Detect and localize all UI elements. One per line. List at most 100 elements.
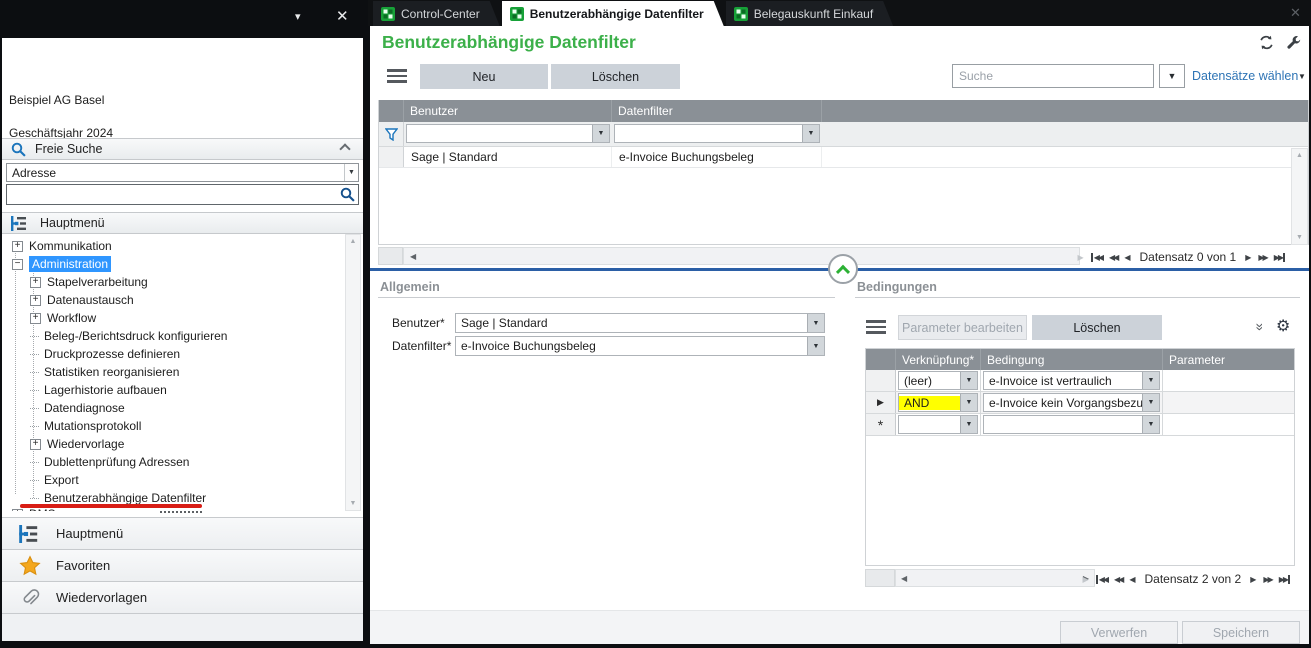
gear-icon[interactable]: ⚙ <box>1276 316 1290 336</box>
tab-benutzerabhaengige-datenfilter[interactable]: Benutzerabhängige Datenfilter <box>502 1 724 26</box>
tree-item-stapelverarbeitung[interactable]: +Stapelverarbeitung <box>4 273 343 291</box>
edit-parameter-button[interactable]: Parameter bearbeiten <box>898 315 1027 340</box>
free-search-input[interactable] <box>7 185 340 204</box>
nav-first-icon[interactable]: ◀◀ <box>1091 253 1102 262</box>
sidebar-collapse-icon[interactable]: ▾ <box>295 10 301 23</box>
nav-detail-icon[interactable]: ▶ <box>1083 575 1089 584</box>
expand-plus-icon[interactable]: + <box>12 509 23 512</box>
verknuepfung-combo[interactable]: AND▼ <box>898 393 978 412</box>
tree-item-administration[interactable]: −Administration <box>4 255 343 273</box>
collapse-detail-button[interactable] <box>828 254 858 284</box>
scroll-left-icon[interactable]: ◀ <box>410 252 416 261</box>
nav-next-page-icon[interactable]: ▶▶ <box>1263 575 1271 584</box>
condition-row[interactable]: ▶ AND▼ e-Invoice kein Vorgangsbezug▼ <box>866 392 1294 414</box>
refresh-icon[interactable] <box>1258 34 1275 56</box>
chevron-down-icon[interactable]: ▼ <box>960 372 977 389</box>
chevron-down-icon[interactable]: ▼ <box>592 125 609 142</box>
grid-vertical-scrollbar[interactable]: ▲ ▼ <box>1291 148 1308 245</box>
search-category-select[interactable]: Adresse ▼ <box>6 163 359 182</box>
records-select-link[interactable]: Datensätze wählen <box>1192 69 1298 83</box>
parameter-cell[interactable] <box>1163 392 1294 413</box>
tree-item-kommunikation[interactable]: +Kommunikation <box>4 237 343 255</box>
parameter-cell[interactable] <box>1163 414 1294 435</box>
mainmenu-header[interactable]: Hauptmenü <box>2 212 363 234</box>
chevron-down-icon[interactable]: ▼ <box>1142 394 1159 411</box>
filter-dropdown-button[interactable]: ▼ <box>1159 64 1185 88</box>
tree-item-wiedervorlage[interactable]: +Wiedervorlage <box>4 435 343 453</box>
splitter-handle[interactable] <box>160 511 202 513</box>
benutzer-field-combo[interactable]: Sage | Standard ▼ <box>455 313 825 333</box>
conditions-header-bedingung[interactable]: Bedingung <box>981 349 1163 370</box>
save-button[interactable]: Speichern <box>1182 621 1300 644</box>
grid-header-benutzer[interactable]: Benutzer <box>404 100 612 122</box>
sidebar-panel-favoriten[interactable]: Favoriten <box>2 549 363 581</box>
wrench-icon[interactable] <box>1286 35 1302 56</box>
tree-item-workflow[interactable]: +Workflow <box>4 309 343 327</box>
table-row[interactable]: Sage | Standard e-Invoice Buchungsbeleg <box>379 147 1308 168</box>
cell-datenfilter[interactable]: e-Invoice Buchungsbeleg <box>612 147 822 167</box>
chevron-down-icon[interactable]: ▼ <box>807 314 824 332</box>
datenfilter-field-combo[interactable]: e-Invoice Buchungsbeleg ▼ <box>455 336 825 356</box>
tab-belegauskunft-einkauf[interactable]: Belegauskunft Einkauf <box>726 1 893 26</box>
close-icon[interactable]: ✕ <box>1290 5 1301 21</box>
row-gutter[interactable] <box>379 147 404 167</box>
condition-row[interactable]: (leer)▼ e-Invoice ist vertraulich▼ <box>866 370 1294 392</box>
sidebar-close-icon[interactable]: ✕ <box>336 7 349 25</box>
conditions-header-verknuepfung[interactable]: Verknüpfung* <box>896 349 981 370</box>
scroll-down-icon[interactable]: ▼ <box>1296 234 1303 241</box>
tree-item-datendiagnose[interactable]: Datendiagnose <box>4 399 343 417</box>
conditions-horizontal-scrollbar[interactable]: ◀ ▶ <box>895 569 1095 587</box>
tree-item-druckprozesse[interactable]: Druckprozesse definieren <box>4 345 343 363</box>
scroll-up-icon[interactable]: ▲ <box>350 238 357 245</box>
scroll-down-icon[interactable]: ▼ <box>350 500 357 507</box>
nav-prev-page-icon[interactable]: ◀◀ <box>1114 575 1122 584</box>
chevron-up-icon[interactable] <box>339 143 350 154</box>
search-submit-icon[interactable] <box>340 187 355 202</box>
expand-plus-icon[interactable]: + <box>30 295 41 306</box>
expand-plus-icon[interactable]: + <box>30 439 41 450</box>
menu-hamburger-icon[interactable] <box>387 69 407 83</box>
bedingung-combo[interactable]: e-Invoice ist vertraulich▼ <box>983 371 1160 390</box>
nav-next-icon[interactable]: ▶ <box>1250 575 1256 584</box>
chevron-down-icon[interactable]: ▼ <box>802 125 819 142</box>
chevron-down-icon[interactable]: ▼ <box>1142 372 1159 389</box>
menu-hamburger-icon[interactable] <box>866 320 886 334</box>
expand-plus-icon[interactable]: + <box>12 241 23 252</box>
sidebar-panel-wiedervorlagen[interactable]: Wiedervorlagen <box>2 581 363 613</box>
chevron-down-icon[interactable]: ▼ <box>807 337 824 355</box>
nav-first-icon[interactable]: ◀◀ <box>1096 575 1107 584</box>
bedingung-combo[interactable]: e-Invoice kein Vorgangsbezug▼ <box>983 393 1160 412</box>
tree-item-lagerhistorie[interactable]: Lagerhistorie aufbauen <box>4 381 343 399</box>
chevron-down-icon[interactable]: ▼ <box>1142 416 1159 433</box>
sidebar-panel-hauptmenu[interactable]: Hauptmenü <box>2 517 363 549</box>
new-button[interactable]: Neu <box>420 64 548 89</box>
conditions-header-parameter[interactable]: Parameter <box>1163 349 1294 370</box>
cell-benutzer[interactable]: Sage | Standard <box>404 147 612 167</box>
scroll-left-icon[interactable]: ◀ <box>901 574 907 583</box>
chevron-down-icon[interactable]: ▼ <box>344 164 358 181</box>
nav-last-icon[interactable]: ▶▶ <box>1274 253 1285 262</box>
expand-plus-icon[interactable]: + <box>30 277 41 288</box>
chevron-down-icon[interactable]: ▼ <box>1298 72 1306 81</box>
tree-item-mutationsprotokoll[interactable]: Mutationsprotokoll <box>4 417 343 435</box>
delete-condition-button[interactable]: Löschen <box>1032 315 1162 340</box>
nav-last-icon[interactable]: ▶▶ <box>1279 575 1290 584</box>
tree-item-dublettenpruefung[interactable]: Dublettenprüfung Adressen <box>4 453 343 471</box>
nav-next-page-icon[interactable]: ▶▶ <box>1258 253 1266 262</box>
scroll-up-icon[interactable]: ▲ <box>1296 152 1303 159</box>
expand-plus-icon[interactable]: + <box>30 313 41 324</box>
grid-header-datenfilter[interactable]: Datenfilter <box>612 100 822 122</box>
benutzer-filter-combo[interactable]: ▼ <box>406 124 610 143</box>
condition-new-row[interactable]: * ▼ ▼ <box>866 414 1294 436</box>
grid-horizontal-scrollbar[interactable]: ◀ <box>403 247 1080 265</box>
chevron-down-icon[interactable]: ▼ <box>960 394 977 411</box>
tree-item-statistiken[interactable]: Statistiken reorganisieren <box>4 363 343 381</box>
discard-button[interactable]: Verwerfen <box>1060 621 1178 644</box>
datenfilter-filter-combo[interactable]: ▼ <box>614 124 820 143</box>
nav-prev-icon[interactable]: ◀ <box>1124 253 1130 262</box>
free-search-header[interactable]: Freie Suche <box>2 138 363 160</box>
delete-button[interactable]: Löschen <box>551 64 680 89</box>
verknuepfung-combo[interactable]: (leer)▼ <box>898 371 978 390</box>
nav-detail-icon[interactable]: ▶ <box>1078 253 1084 262</box>
verknuepfung-combo[interactable]: ▼ <box>898 415 978 434</box>
